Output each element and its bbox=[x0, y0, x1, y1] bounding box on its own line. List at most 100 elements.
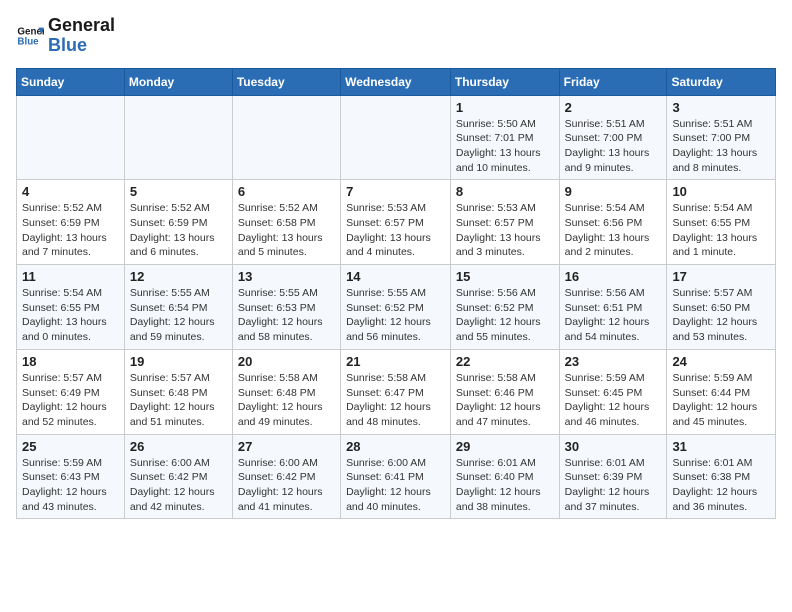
day-info: Sunrise: 6:01 AM Sunset: 6:39 PM Dayligh… bbox=[565, 456, 662, 515]
day-info: Sunrise: 6:00 AM Sunset: 6:42 PM Dayligh… bbox=[130, 456, 227, 515]
day-info: Sunrise: 5:57 AM Sunset: 6:50 PM Dayligh… bbox=[672, 286, 770, 345]
day-number: 21 bbox=[346, 354, 445, 369]
day-number: 5 bbox=[130, 184, 227, 199]
calendar-cell: 3 Sunrise: 5:51 AM Sunset: 7:00 PM Daylig… bbox=[667, 95, 776, 180]
day-info: Sunrise: 5:52 AM Sunset: 6:59 PM Dayligh… bbox=[22, 201, 119, 260]
calendar-cell: 21Sunrise: 5:58 AM Sunset: 6:47 PM Dayli… bbox=[341, 349, 451, 434]
calendar-body: 1 Sunrise: 5:50 AM Sunset: 7:01 PM Daylig… bbox=[17, 95, 776, 519]
day-number: 27 bbox=[238, 439, 335, 454]
logo: General Blue GeneralBlue bbox=[16, 16, 115, 56]
calendar-cell bbox=[341, 95, 451, 180]
day-info: Sunrise: 5:54 AM Sunset: 6:56 PM Dayligh… bbox=[565, 201, 662, 260]
calendar-cell: 16 Sunrise: 5:56 AM Sunset: 6:51 PM Dayli… bbox=[559, 265, 667, 350]
calendar-cell bbox=[17, 95, 125, 180]
calendar-cell: 10 Sunrise: 5:54 AM Sunset: 6:55 PM Dayli… bbox=[667, 180, 776, 265]
day-number: 11 bbox=[22, 269, 119, 284]
day-number: 10 bbox=[672, 184, 770, 199]
calendar-cell: 6Sunrise: 5:52 AM Sunset: 6:58 PM Daylig… bbox=[232, 180, 340, 265]
calendar-cell: 27Sunrise: 6:00 AM Sunset: 6:42 PM Dayli… bbox=[232, 434, 340, 519]
day-number: 25 bbox=[22, 439, 119, 454]
calendar-cell: 17 Sunrise: 5:57 AM Sunset: 6:50 PM Dayli… bbox=[667, 265, 776, 350]
day-number: 24 bbox=[672, 354, 770, 369]
day-number: 12 bbox=[130, 269, 227, 284]
day-number: 16 bbox=[565, 269, 662, 284]
calendar-cell: 4 Sunrise: 5:52 AM Sunset: 6:59 PM Daylig… bbox=[17, 180, 125, 265]
calendar-cell: 18 Sunrise: 5:57 AM Sunset: 6:49 PM Dayli… bbox=[17, 349, 125, 434]
calendar-cell: 29Sunrise: 6:01 AM Sunset: 6:40 PM Dayli… bbox=[450, 434, 559, 519]
day-number: 4 bbox=[22, 184, 119, 199]
calendar-cell: 14 Sunrise: 5:55 AM Sunset: 6:52 PM Dayli… bbox=[341, 265, 451, 350]
calendar-cell: 20 Sunrise: 5:58 AM Sunset: 6:48 PM Dayli… bbox=[232, 349, 340, 434]
calendar-cell bbox=[232, 95, 340, 180]
weekday-monday: Monday bbox=[124, 68, 232, 95]
logo-icon: General Blue bbox=[16, 22, 44, 50]
calendar-table: SundayMondayTuesdayWednesdayThursdayFrid… bbox=[16, 68, 776, 520]
day-info: Sunrise: 5:53 AM Sunset: 6:57 PM Dayligh… bbox=[346, 201, 445, 260]
svg-text:Blue: Blue bbox=[17, 36, 39, 47]
day-number: 22 bbox=[456, 354, 554, 369]
day-info: Sunrise: 5:57 AM Sunset: 6:49 PM Dayligh… bbox=[22, 371, 119, 430]
day-number: 13 bbox=[238, 269, 335, 284]
day-info: Sunrise: 5:58 AM Sunset: 6:46 PM Dayligh… bbox=[456, 371, 554, 430]
weekday-sunday: Sunday bbox=[17, 68, 125, 95]
weekday-saturday: Saturday bbox=[667, 68, 776, 95]
day-number: 26 bbox=[130, 439, 227, 454]
day-number: 31 bbox=[672, 439, 770, 454]
calendar-cell: 22 Sunrise: 5:58 AM Sunset: 6:46 PM Dayli… bbox=[450, 349, 559, 434]
calendar-cell: 11 Sunrise: 5:54 AM Sunset: 6:55 PM Dayli… bbox=[17, 265, 125, 350]
calendar-cell: 24 Sunrise: 5:59 AM Sunset: 6:44 PM Dayli… bbox=[667, 349, 776, 434]
day-info: Sunrise: 5:58 AM Sunset: 6:48 PM Dayligh… bbox=[238, 371, 335, 430]
day-number: 30 bbox=[565, 439, 662, 454]
calendar-week-4: 18 Sunrise: 5:57 AM Sunset: 6:49 PM Dayli… bbox=[17, 349, 776, 434]
calendar-week-3: 11 Sunrise: 5:54 AM Sunset: 6:55 PM Dayli… bbox=[17, 265, 776, 350]
day-number: 23 bbox=[565, 354, 662, 369]
day-number: 17 bbox=[672, 269, 770, 284]
calendar-cell: 19 Sunrise: 5:57 AM Sunset: 6:48 PM Dayli… bbox=[124, 349, 232, 434]
day-info: Sunrise: 5:57 AM Sunset: 6:48 PM Dayligh… bbox=[130, 371, 227, 430]
day-number: 19 bbox=[130, 354, 227, 369]
day-number: 18 bbox=[22, 354, 119, 369]
calendar-cell: 5 Sunrise: 5:52 AM Sunset: 6:59 PM Daylig… bbox=[124, 180, 232, 265]
day-info: Sunrise: 5:51 AM Sunset: 7:00 PM Dayligh… bbox=[672, 117, 770, 176]
calendar-cell bbox=[124, 95, 232, 180]
day-info: Sunrise: 5:51 AM Sunset: 7:00 PM Dayligh… bbox=[565, 117, 662, 176]
calendar-cell: 25Sunrise: 5:59 AM Sunset: 6:43 PM Dayli… bbox=[17, 434, 125, 519]
calendar-cell: 1 Sunrise: 5:50 AM Sunset: 7:01 PM Daylig… bbox=[450, 95, 559, 180]
calendar-week-5: 25Sunrise: 5:59 AM Sunset: 6:43 PM Dayli… bbox=[17, 434, 776, 519]
calendar-cell: 31Sunrise: 6:01 AM Sunset: 6:38 PM Dayli… bbox=[667, 434, 776, 519]
day-info: Sunrise: 5:54 AM Sunset: 6:55 PM Dayligh… bbox=[672, 201, 770, 260]
calendar-cell: 26 Sunrise: 6:00 AM Sunset: 6:42 PM Dayli… bbox=[124, 434, 232, 519]
calendar-cell: 30 Sunrise: 6:01 AM Sunset: 6:39 PM Dayli… bbox=[559, 434, 667, 519]
day-info: Sunrise: 5:53 AM Sunset: 6:57 PM Dayligh… bbox=[456, 201, 554, 260]
calendar-cell: 23Sunrise: 5:59 AM Sunset: 6:45 PM Dayli… bbox=[559, 349, 667, 434]
calendar-cell: 7 Sunrise: 5:53 AM Sunset: 6:57 PM Daylig… bbox=[341, 180, 451, 265]
day-number: 1 bbox=[456, 100, 554, 115]
day-info: Sunrise: 5:52 AM Sunset: 6:59 PM Dayligh… bbox=[130, 201, 227, 260]
calendar-cell: 9Sunrise: 5:54 AM Sunset: 6:56 PM Daylig… bbox=[559, 180, 667, 265]
weekday-friday: Friday bbox=[559, 68, 667, 95]
day-info: Sunrise: 5:54 AM Sunset: 6:55 PM Dayligh… bbox=[22, 286, 119, 345]
day-number: 3 bbox=[672, 100, 770, 115]
day-info: Sunrise: 5:56 AM Sunset: 6:51 PM Dayligh… bbox=[565, 286, 662, 345]
calendar-cell: 2Sunrise: 5:51 AM Sunset: 7:00 PM Daylig… bbox=[559, 95, 667, 180]
day-number: 8 bbox=[456, 184, 554, 199]
day-info: Sunrise: 5:55 AM Sunset: 6:52 PM Dayligh… bbox=[346, 286, 445, 345]
page-header: General Blue GeneralBlue bbox=[16, 16, 776, 56]
calendar-cell: 8 Sunrise: 5:53 AM Sunset: 6:57 PM Daylig… bbox=[450, 180, 559, 265]
day-number: 20 bbox=[238, 354, 335, 369]
day-number: 29 bbox=[456, 439, 554, 454]
calendar-week-1: 1 Sunrise: 5:50 AM Sunset: 7:01 PM Daylig… bbox=[17, 95, 776, 180]
day-info: Sunrise: 5:55 AM Sunset: 6:54 PM Dayligh… bbox=[130, 286, 227, 345]
calendar-cell: 15Sunrise: 5:56 AM Sunset: 6:52 PM Dayli… bbox=[450, 265, 559, 350]
day-number: 7 bbox=[346, 184, 445, 199]
calendar-week-2: 4 Sunrise: 5:52 AM Sunset: 6:59 PM Daylig… bbox=[17, 180, 776, 265]
calendar-cell: 28 Sunrise: 6:00 AM Sunset: 6:41 PM Dayli… bbox=[341, 434, 451, 519]
weekday-thursday: Thursday bbox=[450, 68, 559, 95]
day-number: 14 bbox=[346, 269, 445, 284]
day-info: Sunrise: 5:59 AM Sunset: 6:44 PM Dayligh… bbox=[672, 371, 770, 430]
calendar-cell: 13Sunrise: 5:55 AM Sunset: 6:53 PM Dayli… bbox=[232, 265, 340, 350]
day-info: Sunrise: 6:00 AM Sunset: 6:41 PM Dayligh… bbox=[346, 456, 445, 515]
weekday-tuesday: Tuesday bbox=[232, 68, 340, 95]
day-number: 28 bbox=[346, 439, 445, 454]
day-info: Sunrise: 5:50 AM Sunset: 7:01 PM Dayligh… bbox=[456, 117, 554, 176]
